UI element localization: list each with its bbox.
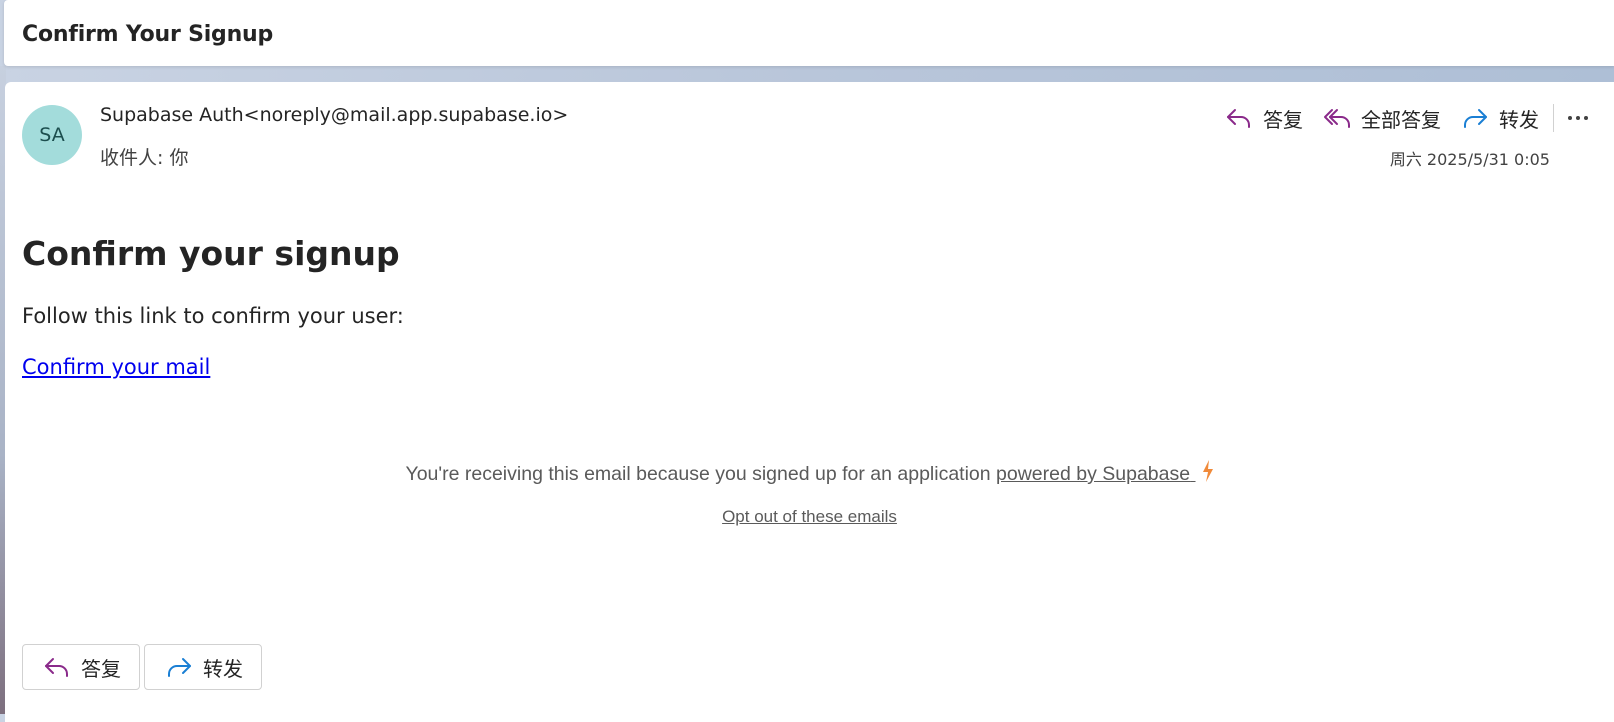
footer-text: You're receiving this email because you … [405, 463, 991, 485]
more-actions-button[interactable] [1560, 100, 1596, 136]
message-date: 周六 2025/5/31 0:05 [1389, 150, 1550, 169]
footer-notice: You're receiving this email because you … [5, 460, 1614, 486]
bottom-reply-button[interactable]: 答复 [22, 644, 140, 690]
reply-all-icon [1324, 109, 1350, 128]
bottom-forward-button[interactable]: 转发 [144, 644, 262, 690]
reply-icon [45, 658, 68, 677]
optout-link[interactable]: Opt out of these emails [722, 507, 897, 526]
forward-button[interactable]: 转发 [1451, 100, 1549, 136]
reply-label: 答复 [1263, 107, 1303, 132]
message-toolbar: 答复 全部答复 转发 [1215, 100, 1596, 136]
recipient-line: 收件人: 你 [100, 147, 189, 169]
reply-icon [1227, 109, 1250, 128]
reply-all-button[interactable]: 全部答复 [1313, 100, 1451, 136]
sender-avatar[interactable]: SA [22, 105, 82, 165]
bottom-forward-label: 转发 [203, 656, 243, 681]
reply-button[interactable]: 答复 [1215, 100, 1313, 136]
sender-address[interactable]: Supabase Auth<noreply@mail.app.supabase.… [100, 104, 568, 126]
powered-by-label: powered by Supabase [996, 463, 1191, 485]
body-text: Follow this link to confirm your user: [22, 304, 404, 328]
subject-header: Confirm Your Signup [4, 0, 1614, 66]
forward-icon [1464, 109, 1487, 128]
lightning-bolt-icon [1202, 460, 1213, 482]
forward-icon [168, 658, 191, 677]
powered-by-link[interactable]: powered by Supabase [996, 463, 1195, 485]
email-subject: Confirm Your Signup [22, 22, 274, 47]
avatar-initials: SA [39, 124, 65, 146]
bottom-reply-label: 答复 [81, 656, 121, 681]
confirm-mail-link[interactable]: Confirm your mail [22, 355, 210, 379]
more-icon [1568, 116, 1588, 120]
optout-row: Opt out of these emails [5, 507, 1614, 527]
forward-label: 转发 [1499, 107, 1539, 132]
message-pane: SA Supabase Auth<noreply@mail.app.supaba… [5, 82, 1614, 722]
toolbar-divider [1553, 104, 1554, 132]
reply-all-label: 全部答复 [1361, 107, 1441, 132]
body-heading: Confirm your signup [22, 234, 400, 273]
